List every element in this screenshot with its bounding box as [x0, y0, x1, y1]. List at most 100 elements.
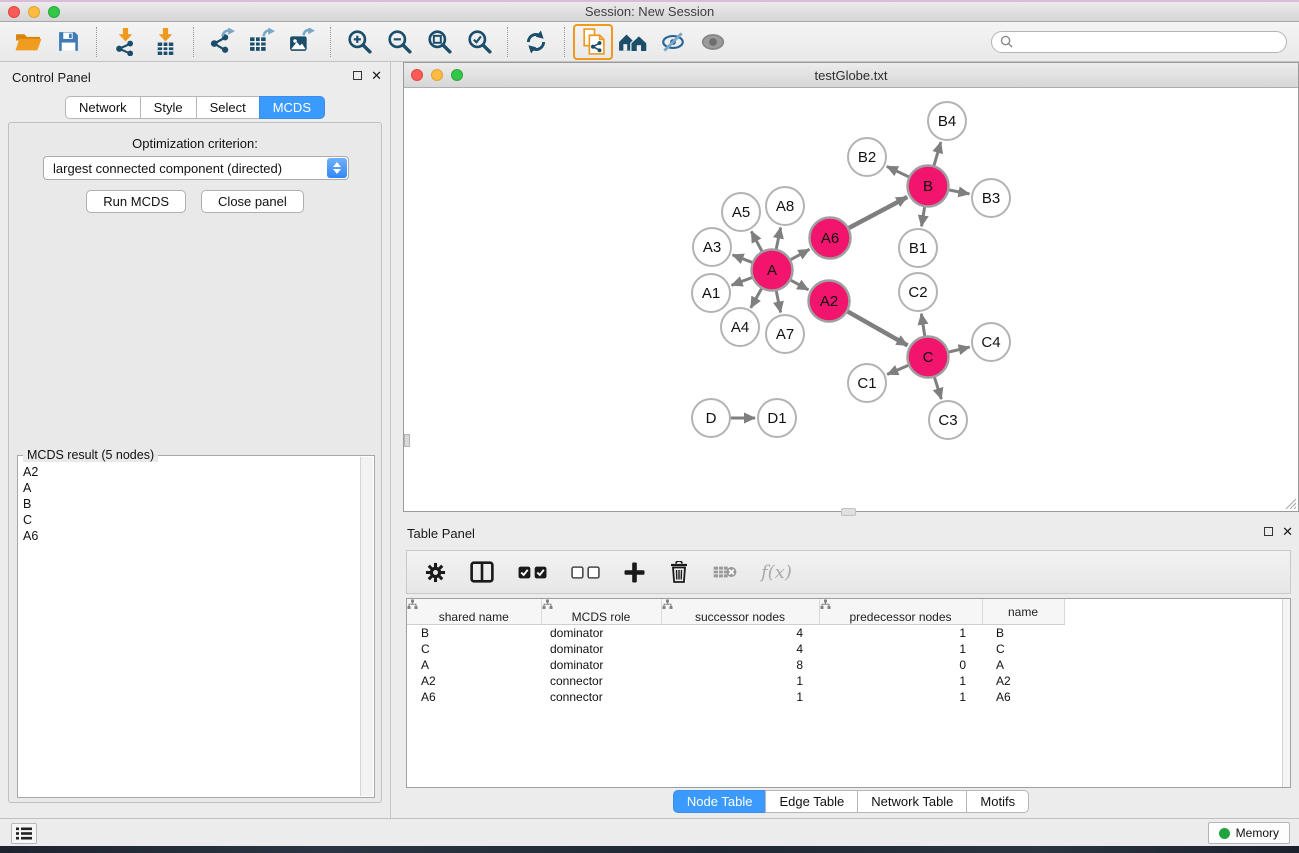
graph-node-A7[interactable]: A7 [766, 315, 804, 353]
graph-node-C4[interactable]: C4 [972, 323, 1010, 361]
graph-edge-B-B3[interactable] [948, 190, 969, 194]
zoom-in-icon[interactable] [339, 25, 379, 59]
graph-node-A8[interactable]: A8 [766, 187, 804, 225]
float-panel-icon[interactable] [353, 71, 362, 80]
graph-node-A6[interactable]: A6 [810, 218, 851, 259]
close-panel-button[interactable]: Close panel [201, 190, 304, 213]
column-header-shared-name[interactable]: shared name [407, 599, 541, 625]
graph-node-C3[interactable]: C3 [929, 401, 967, 439]
graph-edge-A6-B[interactable] [848, 197, 907, 228]
graph-edge-A-A1[interactable] [732, 277, 753, 285]
graph-edge-B-B2[interactable] [887, 166, 910, 177]
graph-edge-B-B1[interactable] [922, 206, 925, 226]
close-panel-icon[interactable]: ✕ [371, 70, 382, 81]
tab-select[interactable]: Select [196, 96, 260, 119]
graph-node-A3[interactable]: A3 [693, 228, 731, 266]
graph-edge-C-C4[interactable] [948, 347, 970, 352]
tab-mcds[interactable]: MCDS [259, 96, 325, 119]
deselect-all-checkboxes-icon[interactable] [571, 566, 600, 579]
hide-panels-eye-icon[interactable] [653, 25, 693, 59]
task-history-button[interactable] [11, 823, 37, 844]
column-header-successor-nodes[interactable]: successor nodes [661, 599, 819, 625]
zoom-fit-icon[interactable] [419, 25, 459, 59]
graph-edge-A-A6[interactable] [790, 249, 809, 260]
graph-edge-B-B4[interactable] [934, 142, 941, 166]
result-scrollbar[interactable] [360, 457, 373, 796]
graph-node-A1[interactable]: A1 [692, 274, 730, 312]
open-file-icon[interactable] [8, 25, 48, 59]
column-header-predecessor-nodes[interactable]: predecessor nodes [819, 599, 982, 625]
home-icon[interactable] [613, 25, 653, 59]
graph-node-C1[interactable]: C1 [848, 364, 886, 402]
column-header-mcds-role[interactable]: MCDS role [541, 599, 661, 625]
resize-grip-icon[interactable] [1283, 496, 1296, 509]
delete-table-icon[interactable] [713, 565, 737, 579]
graph-edge-A2-C[interactable] [847, 311, 908, 345]
tab-edge-table[interactable]: Edge Table [765, 790, 858, 813]
graph-edge-A-A5[interactable] [751, 231, 762, 252]
select-all-checkboxes-icon[interactable] [518, 566, 547, 579]
mcds-result-item[interactable]: A [19, 480, 360, 496]
network-canvas[interactable]: B4B2BB3A5A8A6A3B1AA1C2A2A4A7C4CC1C3DD1 [404, 88, 1298, 511]
export-network-icon[interactable] [202, 25, 242, 59]
graph-edge-A-A3[interactable] [733, 255, 753, 263]
mcds-result-item[interactable]: C [19, 512, 360, 528]
table-row[interactable]: A6connector11A6 [407, 689, 1277, 705]
add-row-icon[interactable] [624, 562, 645, 583]
table-row[interactable]: Adominator80A [407, 657, 1277, 673]
show-columns-icon[interactable] [470, 561, 494, 583]
graph-edge-A-A8[interactable] [776, 228, 781, 250]
memory-button[interactable]: Memory [1208, 822, 1290, 844]
graph-node-C2[interactable]: C2 [899, 273, 937, 311]
save-session-icon[interactable] [48, 25, 88, 59]
table-row[interactable]: Cdominator41C [407, 641, 1277, 657]
tab-network-table[interactable]: Network Table [857, 790, 967, 813]
column-header-name[interactable]: name [982, 599, 1064, 625]
graph-node-B1[interactable]: B1 [899, 229, 937, 267]
graph-edge-A-A2[interactable] [790, 280, 808, 290]
network-window-titlebar[interactable]: testGlobe.txt [404, 63, 1298, 88]
graph-node-B4[interactable]: B4 [928, 102, 966, 140]
window-edge-handle[interactable] [404, 434, 410, 447]
graph-node-B[interactable]: B [908, 166, 949, 207]
mcds-result-item[interactable]: A6 [19, 528, 360, 544]
refresh-view-icon[interactable] [516, 25, 556, 59]
zoom-selected-icon[interactable] [459, 25, 499, 59]
tab-network[interactable]: Network [65, 96, 141, 119]
graph-node-B2[interactable]: B2 [848, 138, 886, 176]
run-mcds-button[interactable]: Run MCDS [86, 190, 186, 213]
graph-edge-A-A4[interactable] [751, 288, 762, 308]
mcds-result-item[interactable]: B [19, 496, 360, 512]
graph-node-D1[interactable]: D1 [758, 399, 796, 437]
import-table-icon[interactable] [145, 25, 185, 59]
search-input[interactable] [991, 31, 1287, 53]
table-scrollbar[interactable] [1282, 599, 1290, 787]
float-table-panel-icon[interactable] [1264, 527, 1273, 536]
graph-node-D[interactable]: D [692, 399, 730, 437]
settings-gear-icon[interactable] [425, 562, 446, 583]
import-network-icon[interactable] [105, 25, 145, 59]
tab-style[interactable]: Style [140, 96, 197, 119]
graph-node-B3[interactable]: B3 [972, 179, 1010, 217]
graph-node-A2[interactable]: A2 [809, 281, 850, 322]
table-row[interactable]: A2connector11A2 [407, 673, 1277, 689]
export-table-icon[interactable] [242, 25, 282, 59]
show-panels-eye-icon[interactable] [693, 25, 733, 59]
graph-edge-C-C3[interactable] [934, 377, 941, 399]
zoom-out-icon[interactable] [379, 25, 419, 59]
function-builder-icon[interactable]: f(x) [761, 562, 792, 583]
open-network-file-icon[interactable] [573, 24, 613, 60]
graph-node-A5[interactable]: A5 [722, 193, 760, 231]
graph-node-A4[interactable]: A4 [721, 308, 759, 346]
graph-edge-A-A7[interactable] [776, 290, 781, 312]
criterion-dropdown[interactable]: largest connected component (directed) [43, 156, 349, 180]
graph-edge-C-C2[interactable] [921, 314, 925, 337]
close-table-panel-icon[interactable]: ✕ [1282, 526, 1293, 537]
graph-edge-C-C1[interactable] [887, 365, 909, 374]
export-image-icon[interactable] [282, 25, 322, 59]
graph-node-A[interactable]: A [752, 250, 793, 291]
splitter-handle[interactable] [841, 508, 856, 516]
delete-row-trash-icon[interactable] [669, 561, 689, 583]
tab-node-table[interactable]: Node Table [673, 790, 767, 813]
table-row[interactable]: Bdominator41B [407, 625, 1277, 641]
